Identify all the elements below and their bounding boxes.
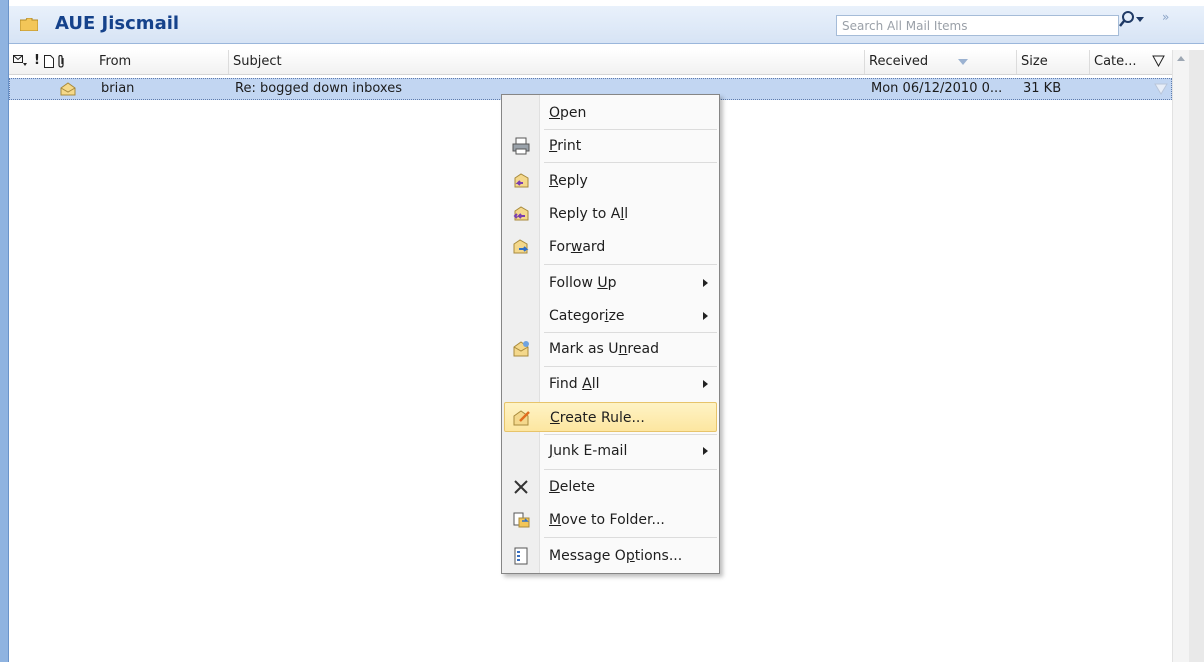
column-received[interactable]: Received <box>865 50 1017 74</box>
column-categories[interactable]: Cate... <box>1090 50 1172 74</box>
submenu-arrow-icon <box>703 312 708 320</box>
envelope-open-icon <box>60 82 76 96</box>
search-input[interactable] <box>837 16 1102 35</box>
submenu-arrow-icon <box>703 380 708 388</box>
menu-item-reply-to-all[interactable]: Reply to All <box>504 199 717 229</box>
expand-search-icon[interactable]: » <box>1162 10 1169 24</box>
column-header-row: ! From Subject Received Size Cate... <box>9 50 1172 75</box>
column-subject[interactable]: Subject <box>229 50 865 74</box>
mark-unread-icon <box>513 341 529 357</box>
delete-icon <box>514 480 528 494</box>
menu-separator <box>544 264 717 265</box>
menu-item-message-options[interactable]: Message Options... <box>504 541 717 571</box>
menu-item-move-to-folder[interactable]: Move to Folder... <box>504 505 717 535</box>
item-type-column-icon[interactable] <box>44 55 54 68</box>
folder-header: AUE Jiscmail <box>9 6 1204 44</box>
forward-icon <box>513 239 529 254</box>
importance-column-icon[interactable]: ! <box>34 53 40 68</box>
menu-separator <box>544 469 717 470</box>
create-rule-icon <box>513 410 530 426</box>
column-size[interactable]: Size <box>1017 50 1090 74</box>
menu-separator <box>544 434 717 435</box>
message-from: brian <box>101 81 135 96</box>
message-options-icon <box>514 547 528 565</box>
vertical-scrollbar[interactable] <box>1172 50 1190 662</box>
right-pane-edge <box>1189 50 1204 662</box>
sort-descending-icon <box>958 59 968 65</box>
reply-all-icon <box>513 206 529 221</box>
menu-item-mark-as-unread[interactable]: Mark as Unread <box>504 334 717 364</box>
folder-title: AUE Jiscmail <box>55 13 180 34</box>
menu-item-junk-email[interactable]: Junk E-mail <box>504 436 717 466</box>
attachment-column-icon[interactable] <box>57 55 65 68</box>
scroll-up-arrow-icon[interactable] <box>1177 56 1185 61</box>
left-border <box>0 0 9 662</box>
column-from[interactable]: From <box>95 50 229 74</box>
flag-status-column-icon[interactable] <box>1152 55 1165 67</box>
menu-item-reply[interactable]: Reply <box>504 166 717 196</box>
message-size: 31 KB <box>1023 81 1062 96</box>
printer-icon <box>512 137 530 155</box>
menu-separator <box>544 332 717 333</box>
menu-separator <box>544 162 717 163</box>
folder-icon <box>20 18 38 31</box>
search-box[interactable] <box>836 15 1119 36</box>
menu-item-forward[interactable]: Forward <box>504 232 717 262</box>
move-folder-icon <box>513 512 530 528</box>
menu-item-find-all[interactable]: Find All <box>504 369 717 399</box>
message-subject: Re: bogged down inboxes <box>235 81 402 96</box>
menu-separator <box>544 129 717 130</box>
menu-separator <box>544 366 717 367</box>
menu-item-print[interactable]: Print <box>504 131 717 161</box>
search-options-dropdown-icon[interactable] <box>1136 17 1144 22</box>
menu-item-follow-up[interactable]: Follow Up <box>504 268 717 298</box>
flag-icon[interactable] <box>1154 83 1168 95</box>
search-icon[interactable] <box>1118 10 1136 28</box>
importance-sort-envelope-icon[interactable] <box>13 55 27 67</box>
reply-icon <box>514 173 529 188</box>
menu-separator <box>544 537 717 538</box>
menu-item-open[interactable]: Open <box>504 98 717 128</box>
menu-item-delete[interactable]: Delete <box>504 472 717 502</box>
menu-item-create-rule[interactable]: Create Rule... <box>504 402 717 432</box>
submenu-arrow-icon <box>703 447 708 455</box>
menu-item-categorize[interactable]: Categorize <box>504 301 717 331</box>
context-menu: Open Print Reply Reply to All Forward Fo… <box>501 94 720 574</box>
submenu-arrow-icon <box>703 279 708 287</box>
message-received: Mon 06/12/2010 0... <box>871 81 1003 96</box>
